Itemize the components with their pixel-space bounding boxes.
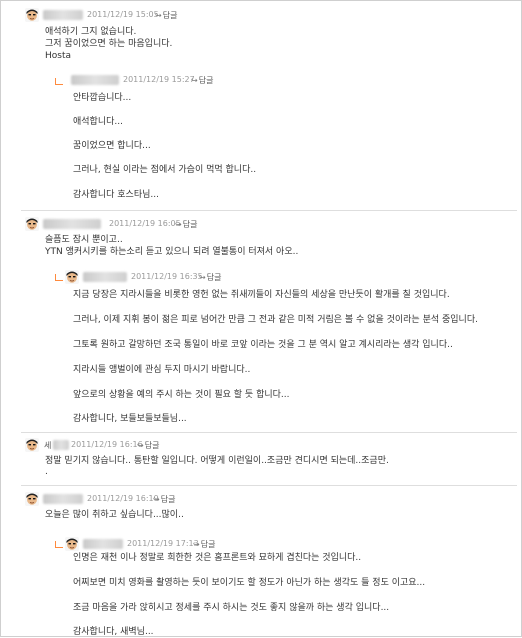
comment-date: 2011/12/19 16:16	[71, 440, 143, 449]
comment-header: 세 2011/12/19 16:16 ↪답글	[25, 438, 265, 452]
comment-date: 2011/12/19 16:05	[109, 219, 181, 228]
comment-text: 그러나, 현실 이라는 점에서 가슴이 먹먹 합니다..	[73, 165, 257, 175]
separator	[21, 485, 517, 486]
avatar[interactable]	[25, 8, 39, 22]
comment-header: 2011/12/19 15:27 ↪답글	[65, 73, 305, 87]
comment-text: 오늘은 많이 취하고 싶습니다...많이..	[45, 510, 184, 520]
comment-text: 그러나, 이제 지휘 봉이 젊은 피로 넘어간 만큼 그 전과 같은 미적 거림…	[73, 315, 478, 325]
comment-date: 2011/12/19 15:27	[123, 75, 195, 84]
avatar[interactable]	[65, 537, 79, 551]
reply-button[interactable]: ↪답글	[137, 440, 159, 451]
reply-button[interactable]: ↪답글	[153, 494, 175, 505]
reply-button[interactable]: ↪답글	[175, 219, 197, 230]
reply-indicator-icon	[55, 78, 63, 85]
comment-text: 감사합니다, 새벽님...	[73, 627, 154, 637]
reply-button[interactable]: ↪답글	[193, 539, 215, 550]
comment-text: 지금 당장은 지라시들을 비롯한 영헌 없는 쥐새끼들이 자신들의 세상을 만난…	[73, 290, 450, 300]
reply-arrow-icon: ↪	[199, 273, 206, 282]
comment-text: 애석하기 그지 없습니다.	[45, 27, 137, 37]
author-name: 세	[44, 441, 52, 450]
comment-text: 감사합니다, 보들보들보들님...	[73, 414, 187, 424]
comment-text: Hosta	[45, 51, 72, 61]
reply-arrow-icon: ↪	[137, 441, 144, 450]
author-name-blurred	[83, 272, 127, 282]
reply-arrow-icon: ↪	[191, 76, 198, 85]
reply-arrow-icon: ↪	[155, 11, 162, 20]
reply-button[interactable]: ↪답글	[199, 272, 221, 283]
separator	[21, 432, 517, 433]
reply-arrow-icon: ↪	[175, 220, 182, 229]
comment-text: 인명은 재천 이나 정말로 희한한 것은 홈프론트와 묘하게 겹친다는 것입니다…	[73, 553, 362, 563]
reply-indicator-icon	[55, 274, 63, 281]
comment-text: 어찌보면 미치 영화를 촬영하는 듯이 보이기도 할 정도가 아닌가 하는 생각…	[73, 578, 426, 588]
comment-header: 2011/12/19 16:35 ↪답글	[65, 270, 305, 284]
author-name-blurred	[83, 539, 123, 549]
comment-header: 2011/12/19 15:05 ↪답글	[25, 8, 265, 22]
comment-header: 2011/12/19 17:13 ↪답글	[65, 537, 305, 551]
comment-text: 앞으로의 상황을 예의 주시 하는 것이 필요 할 듯 합니다...	[73, 390, 290, 400]
author-name-blurred	[43, 219, 101, 229]
comment-text: 그저 꿈이었으면 하는 마음입니다.	[45, 39, 173, 49]
avatar[interactable]	[25, 438, 39, 452]
comment-text: 지라시들 앵벌이에 관심 두지 마시기 바랍니다..	[73, 365, 251, 375]
comment-text: 꿈이었으면 합니다...	[73, 141, 151, 151]
comment-text: 슬픔도 잠시 뿐이고..	[45, 235, 123, 245]
comment-list: 2011/12/19 15:05 ↪답글 애석하기 그지 없습니다. 그저 꿈이…	[0, 0, 522, 637]
comment-text: 감사합니다 호스타님...	[73, 190, 159, 200]
author-name-blurred	[43, 494, 83, 504]
reply-button[interactable]: ↪답글	[191, 75, 213, 86]
comment-date: 2011/12/19 16:19	[87, 494, 159, 503]
comment-text: 조금 마음을 가라 앉히시고 정세를 주시 하시는 것도 좋지 않을까 하는 생…	[73, 603, 390, 613]
comment-text: 애석합니다...	[73, 117, 123, 127]
reply-arrow-icon: ↪	[193, 540, 200, 549]
reply-button[interactable]: ↪답글	[155, 10, 177, 21]
comment-date: 2011/12/19 17:13	[127, 539, 199, 548]
reply-arrow-icon: ↪	[153, 495, 160, 504]
comment-text: 정말 믿기지 않습니다.. 통탄할 일입니다. 어떻게 이런일이..조금만 견디…	[45, 456, 389, 466]
comment-header: 2011/12/19 16:19 ↪답글	[25, 492, 265, 506]
comment-text: YTN 앵커시키를 하는소리 듣고 있으니 되려 열불통이 터져서 아오..	[45, 247, 299, 257]
avatar[interactable]	[25, 492, 39, 506]
comment-date: 2011/12/19 15:05	[87, 10, 159, 19]
comment-text: 그토록 원하고 갈망하던 조국 통일이 바로 코앞 이라는 것을 그 분 역시 …	[73, 340, 453, 350]
comment-date: 2011/12/19 16:35	[131, 272, 203, 281]
reply-indicator-icon	[55, 541, 63, 548]
author-name-blurred	[53, 440, 69, 450]
comment-text: 안타깝습니다...	[73, 93, 132, 103]
comment-text: .	[45, 467, 48, 477]
separator	[21, 210, 517, 211]
comment-header: 2011/12/19 16:05 ↪답글	[25, 217, 265, 231]
author-name-blurred	[71, 75, 119, 85]
avatar[interactable]	[65, 270, 79, 284]
author-name-blurred	[43, 10, 83, 20]
avatar[interactable]	[25, 217, 39, 231]
